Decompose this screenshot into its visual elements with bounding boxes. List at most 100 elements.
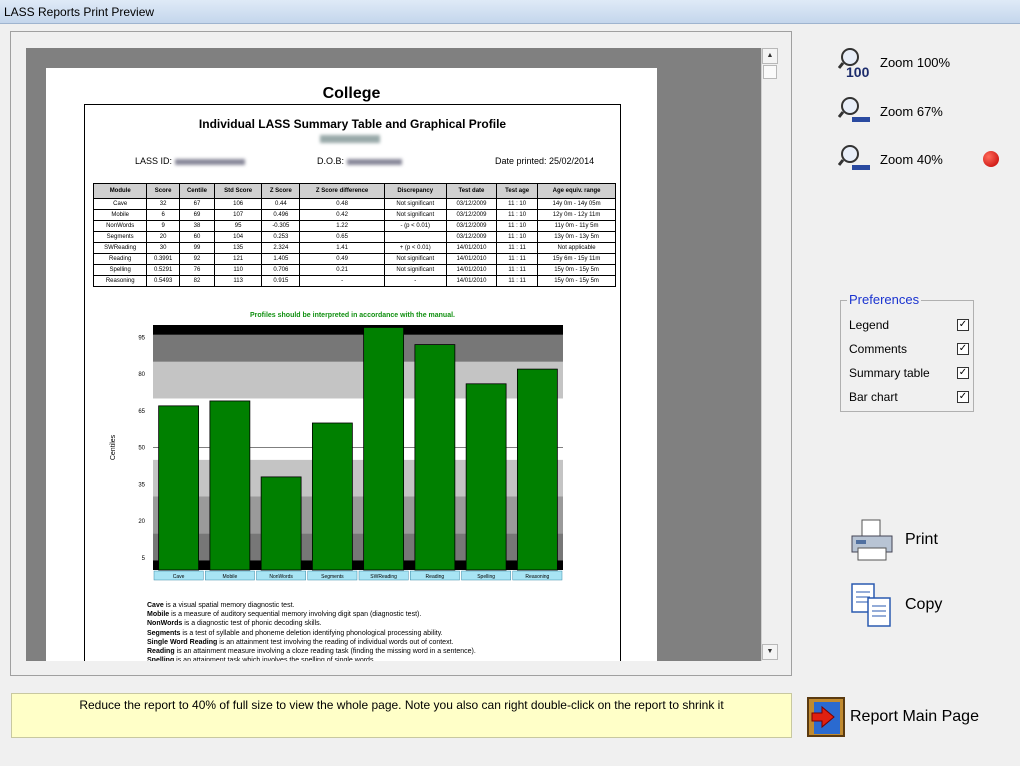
zoom-100-button[interactable]: 100 Zoom 100%	[838, 46, 950, 80]
table-cell: -	[383, 275, 447, 287]
table-cell: 92	[178, 253, 216, 265]
table-cell: 15y 6m - 15y 11m	[537, 253, 616, 265]
x-tick-label: Segments	[321, 574, 344, 580]
lass-id-label: LASS ID:	[135, 156, 173, 166]
column-header: Z Score	[261, 183, 301, 199]
table-cell: 95	[213, 220, 263, 232]
table-cell: 11 : 11	[496, 275, 539, 287]
preview-frame: College Individual LASS Summary Table an…	[10, 31, 792, 676]
report-main-page-button[interactable]: Report Main Page	[806, 696, 979, 738]
bar-nonwords	[260, 476, 302, 571]
status-message: Reduce the report to 40% of full size to…	[11, 693, 792, 738]
copy-icon	[851, 583, 891, 627]
description-term: Cave	[147, 602, 164, 609]
table-cell: 99	[178, 242, 216, 254]
report-viewport[interactable]: College Individual LASS Summary Table an…	[26, 48, 761, 661]
magnifier-icon	[838, 145, 870, 170]
pref-label: Comments	[849, 342, 908, 356]
table-cell: 1.22	[299, 220, 385, 232]
table-cell: 113	[213, 275, 263, 287]
column-header: Test age	[496, 183, 539, 199]
table-cell: 135	[213, 242, 263, 254]
description-text: is a measure of auditory sequential memo…	[169, 611, 422, 619]
description-line: NonWords is a diagnostic test of phonic …	[147, 619, 607, 628]
bar-cave	[158, 405, 200, 571]
table-cell: 11 : 10	[496, 231, 539, 243]
table-cell: 03/12/2009	[445, 209, 498, 221]
table-body: Cave 32 67 106 0.44 0.48 Not significant 03/12/…	[92, 198, 616, 287]
table-cell: 0.21	[299, 264, 385, 276]
table-cell: 14/01/2010	[445, 275, 498, 287]
table-cell: Mobile	[92, 209, 148, 221]
zoom-67-button[interactable]: Zoom 67%	[838, 95, 943, 127]
x-tick-label: NonWords	[269, 574, 293, 580]
description-line: Mobile is a measure of auditory sequenti…	[147, 610, 607, 619]
table-cell: 15y 0m - 15y 5m	[537, 275, 616, 287]
zoom-100-badge: 100	[846, 64, 870, 80]
table-cell	[383, 231, 447, 243]
pref-comments[interactable]: Comments ✓	[849, 342, 969, 356]
zoom-40-button[interactable]: Zoom 40%	[838, 143, 943, 175]
description-text: is a diagnostic test of phonic decoding …	[182, 620, 322, 628]
table-cell: - (p < 0.01)	[383, 220, 447, 232]
x-tick-label: Mobile	[223, 574, 238, 580]
table-row: NonWords 9 38 95 -0.305 1.22- (p < 0.01) 03/12…	[92, 220, 616, 232]
description-text: is a test of syllable and phoneme deleti…	[180, 629, 443, 637]
table-cell: 14/01/2010	[445, 242, 498, 254]
table-cell: Segments	[92, 231, 148, 243]
y-tick-label: 20	[138, 519, 145, 525]
table-cell: 11y 0m - 11y 5m	[537, 220, 616, 232]
legend-checkbox[interactable]: ✓	[957, 319, 969, 331]
table-cell: Not significant	[383, 198, 447, 210]
description-line: Reading is an attainment measure involvi…	[147, 647, 607, 656]
pref-summary-table[interactable]: Summary table ✓	[849, 366, 969, 380]
table-row: Reasoning 0.5493 82 113 0.915- -14/01/2010 11 …	[92, 275, 616, 287]
comments-checkbox[interactable]: ✓	[957, 343, 969, 355]
pref-bar-chart[interactable]: Bar chart ✓	[849, 390, 969, 404]
bar-reading	[414, 344, 456, 571]
table-cell: 69	[178, 209, 216, 221]
table-cell: -	[299, 275, 385, 287]
bar-chart-checkbox[interactable]: ✓	[957, 391, 969, 403]
table-cell: 0.3991	[146, 253, 180, 265]
table-cell: 0.253	[261, 231, 301, 243]
table-row: Cave 32 67 106 0.44 0.48 Not significant 03/12/…	[92, 198, 616, 210]
summary-table-checkbox[interactable]: ✓	[957, 367, 969, 379]
table-row: SWReading 30 99 135 2.324 1.41 + (p < 0.01) 14/…	[92, 242, 616, 254]
scroll-up-button[interactable]: ▲	[762, 48, 778, 64]
recording-indicator-icon	[983, 151, 999, 167]
dob: D.O.B:	[317, 156, 403, 166]
table-cell: 67	[178, 198, 216, 210]
scroll-down-button[interactable]: ▼	[762, 644, 778, 660]
date-printed: Date printed: 25/02/2014	[495, 156, 595, 166]
module-descriptions: Cave is a visual spatial memory diagnost…	[147, 601, 607, 661]
table-cell: Cave	[92, 198, 148, 210]
table-cell: 0.915	[261, 275, 301, 287]
vertical-scrollbar[interactable]: ▲ ▼	[761, 48, 778, 661]
description-term: NonWords	[147, 620, 183, 628]
pref-legend[interactable]: Legend ✓	[849, 318, 969, 332]
bar-reasoning	[516, 368, 558, 571]
y-tick-label: 35	[138, 482, 145, 488]
table-cell: 03/12/2009	[445, 198, 498, 210]
table-cell: Not significant	[383, 209, 447, 221]
description-term: Mobile	[147, 611, 170, 619]
scroll-thumb[interactable]	[763, 65, 777, 79]
table-cell: 107	[213, 209, 263, 221]
table-cell: 110	[213, 264, 263, 276]
report-page: College Individual LASS Summary Table an…	[46, 68, 657, 661]
table-cell: Reading	[92, 253, 148, 265]
column-header: Score	[146, 183, 180, 199]
print-button[interactable]: Print	[848, 518, 938, 562]
description-text: is an attainment test involving the read…	[217, 638, 454, 646]
dob-label: D.O.B:	[317, 156, 345, 166]
printer-icon	[851, 519, 893, 561]
copy-button[interactable]: Copy	[850, 582, 942, 628]
table-cell: 0.49	[299, 253, 385, 265]
table-cell: Not significant	[383, 253, 447, 265]
page-title: College	[322, 85, 381, 102]
table-row: Mobile 6 69 107 0.496 0.42 Not significant 03/1…	[92, 209, 616, 221]
column-header: Z Score difference	[299, 183, 385, 199]
copy-label: Copy	[905, 596, 943, 613]
redacted-id	[175, 158, 246, 165]
